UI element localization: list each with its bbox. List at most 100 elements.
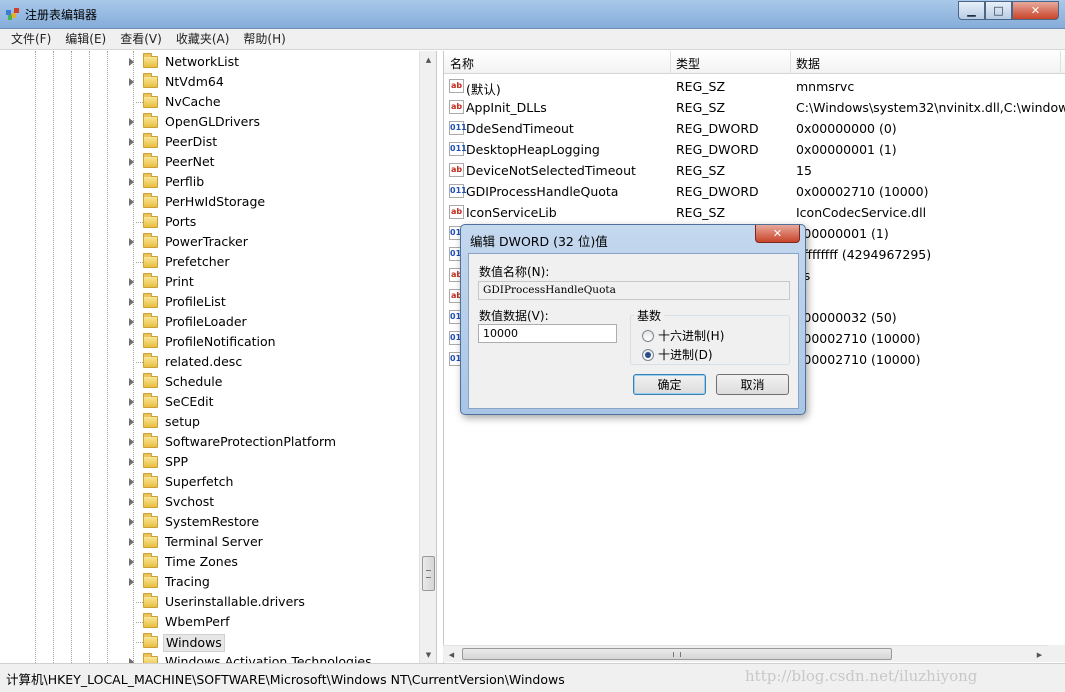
ok-button[interactable]: 确定 bbox=[633, 374, 706, 395]
menu-favorites[interactable]: 收藏夹(A) bbox=[169, 29, 237, 49]
tree-item[interactable]: setup bbox=[0, 412, 420, 432]
expand-arrow-icon[interactable] bbox=[129, 278, 134, 286]
expand-arrow-icon[interactable] bbox=[129, 578, 134, 586]
tree-vertical-scrollbar[interactable]: ▲ ▼ bbox=[419, 51, 436, 663]
list-scroll-thumb[interactable] bbox=[462, 648, 892, 660]
expand-arrow-icon[interactable] bbox=[129, 378, 134, 386]
tree-item[interactable]: SeCEdit bbox=[0, 392, 420, 412]
list-horizontal-scrollbar[interactable]: ◀ ▶ bbox=[443, 645, 1048, 662]
expand-arrow-icon[interactable] bbox=[129, 438, 134, 446]
menu-help[interactable]: 帮助(H) bbox=[236, 29, 292, 49]
tree-item[interactable]: SoftwareProtectionPlatform bbox=[0, 432, 420, 452]
tree-item[interactable]: NetworkList bbox=[0, 52, 420, 72]
menu-edit[interactable]: 编辑(E) bbox=[58, 29, 113, 49]
tree-item[interactable]: Prefetcher bbox=[0, 252, 420, 272]
tree-item[interactable]: SPP bbox=[0, 452, 420, 472]
tree-item[interactable]: WbemPerf bbox=[0, 612, 420, 632]
folder-icon bbox=[143, 193, 158, 208]
tree-item[interactable]: Windows Activation Technologies bbox=[0, 652, 420, 663]
tree-item[interactable]: Perflib bbox=[0, 172, 420, 192]
cell-data: 0x00002710 (10000) bbox=[796, 184, 929, 199]
tree-item[interactable]: Svchost bbox=[0, 492, 420, 512]
tree-item[interactable]: Time Zones bbox=[0, 552, 420, 572]
tree-item[interactable]: Windows bbox=[0, 632, 420, 652]
folder-icon bbox=[143, 73, 158, 88]
registry-tree[interactable]: NetworkList NtVdm64 NvCache OpenGLDrivers Pe… bbox=[0, 51, 437, 663]
expand-arrow-icon[interactable] bbox=[129, 238, 134, 246]
column-type[interactable]: 类型 bbox=[676, 55, 700, 72]
string-value-icon: ab bbox=[449, 79, 464, 93]
list-row[interactable]: ab DeviceNotSelectedTimeout REG_SZ 15 bbox=[444, 160, 1065, 181]
expand-arrow-icon[interactable] bbox=[129, 198, 134, 206]
expand-arrow-icon[interactable] bbox=[129, 458, 134, 466]
value-data-input[interactable]: 10000 bbox=[478, 324, 617, 343]
dialog-close-button[interactable]: ✕ bbox=[755, 225, 800, 243]
scroll-right-icon[interactable]: ▶ bbox=[1031, 646, 1048, 663]
decimal-radio[interactable]: 十进制(D) bbox=[642, 346, 713, 363]
scroll-left-icon[interactable]: ◀ bbox=[443, 646, 460, 663]
expand-arrow-icon[interactable] bbox=[129, 58, 134, 66]
list-row[interactable]: ab IconServiceLib REG_SZ IconCodecService.d… bbox=[444, 202, 1065, 223]
expand-arrow-icon[interactable] bbox=[129, 518, 134, 526]
tree-item[interactable]: PowerTracker bbox=[0, 232, 420, 252]
tree-item[interactable]: Ports bbox=[0, 212, 420, 232]
tree-item[interactable]: NtVdm64 bbox=[0, 72, 420, 92]
expand-arrow-icon[interactable] bbox=[129, 158, 134, 166]
cell-data: xffffffff (4294967295) bbox=[796, 247, 932, 262]
tree-item[interactable]: ProfileList bbox=[0, 292, 420, 312]
tree-item-label: Perflib bbox=[165, 174, 205, 189]
folder-icon bbox=[143, 533, 158, 548]
tree-item-label: OpenGLDrivers bbox=[165, 114, 261, 129]
maximize-button[interactable]: □ bbox=[985, 1, 1012, 20]
column-data[interactable]: 数据 bbox=[796, 55, 820, 72]
menu-view[interactable]: 查看(V) bbox=[113, 29, 169, 49]
tree-item[interactable]: related.desc bbox=[0, 352, 420, 372]
expand-arrow-icon[interactable] bbox=[129, 478, 134, 486]
tree-item[interactable]: NvCache bbox=[0, 92, 420, 112]
tree-item[interactable]: Tracing bbox=[0, 572, 420, 592]
list-row[interactable]: 011 DesktopHeapLogging REG_DWORD 0x00000001… bbox=[444, 139, 1065, 160]
expand-arrow-icon[interactable] bbox=[129, 398, 134, 406]
tree-item[interactable]: Superfetch bbox=[0, 472, 420, 492]
cell-name: AppInit_DLLs bbox=[466, 100, 547, 115]
tree-item[interactable]: ProfileNotification bbox=[0, 332, 420, 352]
tree-item[interactable]: Terminal Server bbox=[0, 532, 420, 552]
tree-item[interactable]: SystemRestore bbox=[0, 512, 420, 532]
folder-icon bbox=[143, 553, 158, 568]
tree-item[interactable]: ProfileLoader bbox=[0, 312, 420, 332]
cancel-button[interactable]: 取消 bbox=[716, 374, 789, 395]
expand-arrow-icon[interactable] bbox=[129, 178, 134, 186]
tree-item[interactable]: PerHwIdStorage bbox=[0, 192, 420, 212]
tree-item[interactable]: OpenGLDrivers bbox=[0, 112, 420, 132]
cell-name: IconServiceLib bbox=[466, 205, 557, 220]
expand-arrow-icon[interactable] bbox=[129, 78, 134, 86]
folder-icon bbox=[143, 453, 158, 468]
expand-arrow-icon[interactable] bbox=[129, 418, 134, 426]
expand-arrow-icon[interactable] bbox=[129, 138, 134, 146]
expand-arrow-icon[interactable] bbox=[129, 118, 134, 126]
list-row[interactable]: ab (默认) REG_SZ mnmsrvc bbox=[444, 76, 1065, 97]
scroll-up-icon[interactable]: ▲ bbox=[420, 51, 437, 68]
menu-file[interactable]: 文件(F) bbox=[4, 29, 58, 49]
list-row[interactable]: 011 DdeSendTimeout REG_DWORD 0x00000000 (0) bbox=[444, 118, 1065, 139]
minimize-button[interactable]: ▁ bbox=[958, 1, 985, 20]
tree-item[interactable]: Print bbox=[0, 272, 420, 292]
list-row[interactable]: 011 GDIProcessHandleQuota REG_DWORD 0x00002… bbox=[444, 181, 1065, 202]
expand-arrow-icon[interactable] bbox=[129, 558, 134, 566]
list-row[interactable]: ab AppInit_DLLs REG_SZ C:\Windows\system32\… bbox=[444, 97, 1065, 118]
tree-item[interactable]: Schedule bbox=[0, 372, 420, 392]
close-button[interactable]: ✕ bbox=[1012, 1, 1059, 20]
expand-arrow-icon[interactable] bbox=[129, 538, 134, 546]
tree-item[interactable]: PeerNet bbox=[0, 152, 420, 172]
hex-radio[interactable]: 十六进制(H) bbox=[642, 327, 724, 344]
tree-item[interactable]: Userinstallable.drivers bbox=[0, 592, 420, 612]
tree-item[interactable]: PeerDist bbox=[0, 132, 420, 152]
expand-arrow-icon[interactable] bbox=[129, 318, 134, 326]
scroll-down-icon[interactable]: ▼ bbox=[420, 646, 437, 663]
expand-arrow-icon[interactable] bbox=[129, 298, 134, 306]
expand-arrow-icon[interactable] bbox=[129, 338, 134, 346]
column-name[interactable]: 名称 bbox=[450, 55, 474, 72]
tree-scroll-thumb[interactable] bbox=[422, 556, 435, 591]
expand-arrow-icon[interactable] bbox=[129, 498, 134, 506]
folder-icon bbox=[143, 493, 158, 508]
